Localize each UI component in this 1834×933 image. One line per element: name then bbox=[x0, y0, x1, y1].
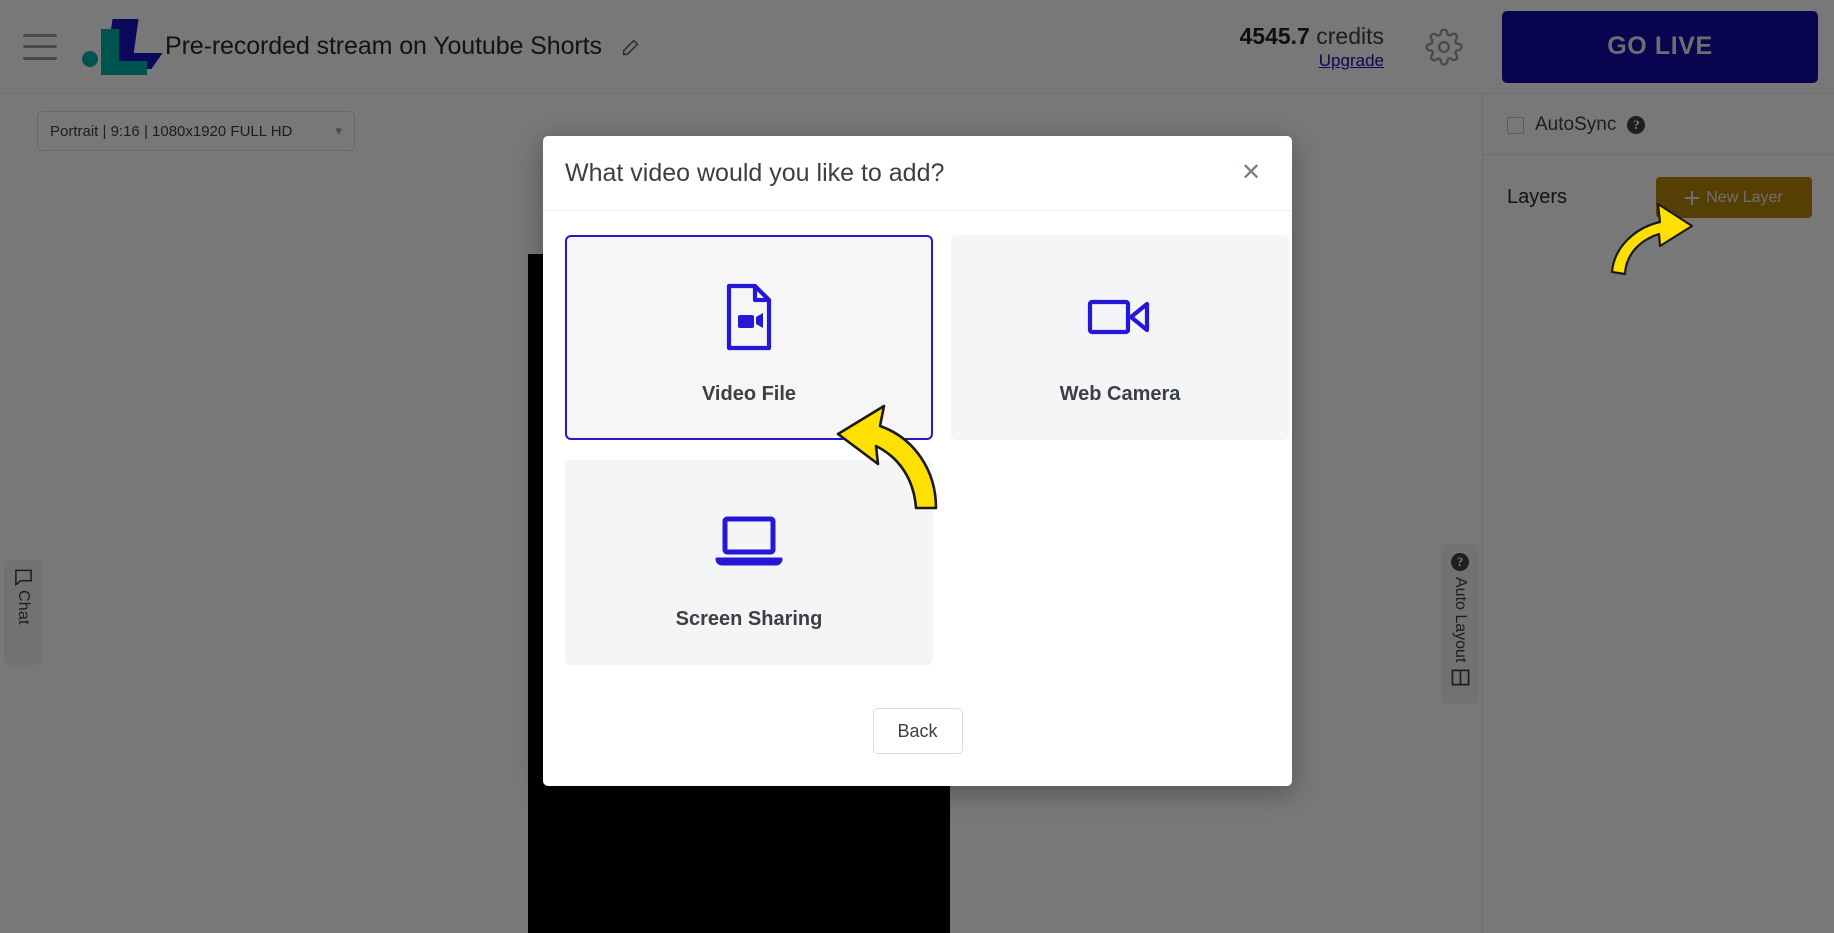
option-label: Video File bbox=[701, 383, 797, 405]
video-source-options: Video File Web Camera Screen Sharing bbox=[565, 235, 1289, 665]
option-web-camera[interactable]: Web Camera bbox=[951, 235, 1289, 440]
webcam-icon bbox=[1087, 269, 1153, 365]
modal-header: What video would you like to add? ✕ bbox=[543, 136, 1292, 211]
laptop-icon bbox=[714, 494, 784, 590]
back-button[interactable]: Back bbox=[872, 708, 963, 754]
app-root: Pre-recorded stream on Youtube Shorts 45… bbox=[0, 0, 1834, 933]
option-screen-sharing[interactable]: Screen Sharing bbox=[565, 460, 933, 665]
modal-body: Video File Web Camera Screen Sharing bbox=[543, 211, 1292, 676]
add-video-modal: What video would you like to add? ✕ Vide… bbox=[543, 136, 1292, 786]
video-file-icon bbox=[721, 269, 777, 365]
option-video-file[interactable]: Video File bbox=[565, 235, 933, 440]
close-icon[interactable]: ✕ bbox=[1236, 158, 1266, 188]
option-label: Screen Sharing bbox=[675, 608, 823, 630]
modal-footer: Back bbox=[543, 676, 1292, 786]
option-label: Web Camera bbox=[1059, 383, 1181, 405]
modal-title: What video would you like to add? bbox=[565, 158, 945, 187]
